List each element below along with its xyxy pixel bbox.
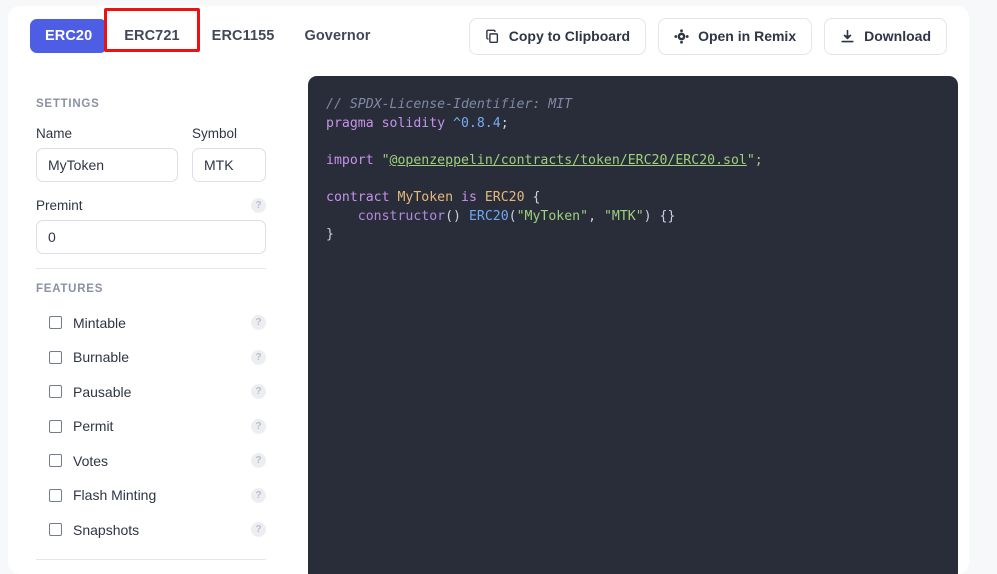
- tab-erc1155[interactable]: ERC1155: [197, 19, 290, 53]
- name-label: Name: [36, 126, 73, 141]
- feature-snapshots-help-icon[interactable]: ?: [251, 522, 266, 537]
- copy-to-clipboard-label: Copy to Clipboard: [508, 28, 631, 44]
- code-license-comment: // SPDX-License-Identifier: MIT: [326, 97, 573, 112]
- remix-icon: [674, 28, 689, 44]
- copy-to-clipboard-button[interactable]: Copy to Clipboard: [468, 17, 647, 55]
- code-ctor-arg-name: "MyToken": [516, 208, 589, 224]
- symbol-label: Symbol: [192, 126, 238, 141]
- code-base-constructor-call: ERC20: [468, 208, 509, 224]
- feature-permit-label[interactable]: Permit: [73, 418, 113, 434]
- code-open-brace: {: [532, 189, 541, 205]
- download-icon: [840, 29, 855, 44]
- feature-snapshots[interactable]: Snapshots ?: [36, 518, 266, 541]
- feature-permit-checkbox[interactable]: [49, 419, 62, 433]
- app-card: ERC20 ERC721 ERC1155 Governor Copy to Cl…: [8, 6, 969, 574]
- premint-input[interactable]: [36, 220, 266, 254]
- code-is-keyword: is: [461, 189, 477, 205]
- feature-burnable-label[interactable]: Burnable: [73, 349, 129, 365]
- code-pragma-keyword: pragma solidity: [326, 115, 446, 131]
- premint-field-group: Premint ?: [36, 198, 266, 254]
- feature-flash-minting-help-icon[interactable]: ?: [251, 487, 266, 503]
- download-button[interactable]: Download: [824, 17, 947, 55]
- feature-pausable-label[interactable]: Pausable: [73, 384, 131, 400]
- feature-pausable-checkbox[interactable]: [49, 385, 62, 398]
- code-import-path[interactable]: @openzeppelin/contracts/token/ERC20/ERC2…: [390, 153, 747, 168]
- feature-snapshots-checkbox[interactable]: [49, 523, 62, 536]
- feature-pausable-help-icon[interactable]: ?: [251, 384, 266, 399]
- feature-votes-label[interactable]: Votes: [73, 453, 108, 469]
- contract-type-tabs: ERC20 ERC721 ERC1155 Governor: [30, 8, 386, 53]
- code-base-contract: ERC20: [484, 189, 525, 205]
- code-constructor-keyword: constructor: [357, 208, 446, 224]
- feature-votes-checkbox[interactable]: [49, 454, 62, 467]
- code-pragma-semicolon: ;: [500, 115, 509, 131]
- code-ctor-open-paren: (: [508, 208, 517, 224]
- premint-help-icon[interactable]: ?: [251, 198, 266, 213]
- feature-snapshots-label[interactable]: Snapshots: [73, 522, 139, 538]
- features-heading: FEATURES: [36, 283, 104, 295]
- code-import-close: ";: [746, 152, 763, 168]
- download-label: Download: [864, 28, 931, 44]
- code-editor[interactable]: // SPDX-License-Identifier: MIT pragma s…: [308, 76, 958, 574]
- tab-erc721[interactable]: ERC721: [109, 19, 194, 53]
- code-ctor-comma: ,: [588, 208, 604, 224]
- code-contract-keyword: contract: [326, 189, 390, 205]
- feature-mintable-checkbox[interactable]: [49, 316, 62, 329]
- settings-heading: SETTINGS: [36, 98, 100, 110]
- main-body: SETTINGS Name Symbol Premint ?: [8, 66, 969, 574]
- code-close-brace: }: [326, 227, 334, 243]
- name-symbol-row: Name Symbol: [36, 126, 286, 182]
- settings-divider: [36, 268, 266, 269]
- tab-erc721-wrapper: ERC721: [104, 8, 200, 53]
- code-ctor-close: ) {}: [643, 208, 676, 224]
- feature-permit-help-icon[interactable]: ?: [251, 418, 266, 434]
- feature-flash-minting-label[interactable]: Flash Minting: [73, 487, 156, 503]
- tab-erc20[interactable]: ERC20: [30, 19, 108, 53]
- code-contract-name: MyToken: [397, 189, 454, 205]
- feature-permit[interactable]: Permit ?: [36, 415, 266, 438]
- copy-icon: [485, 29, 500, 44]
- premint-label: Premint: [36, 198, 83, 213]
- code-import-keyword: import: [326, 152, 374, 168]
- feature-burnable-help-icon[interactable]: ?: [251, 349, 266, 365]
- features-divider: [36, 559, 266, 560]
- symbol-input[interactable]: [192, 148, 266, 182]
- feature-burnable-checkbox[interactable]: [49, 350, 62, 364]
- header-toolbar: ERC20 ERC721 ERC1155 Governor Copy to Cl…: [8, 6, 969, 66]
- name-field-group: Name: [36, 126, 178, 182]
- code-constructor-params: (): [445, 208, 461, 224]
- settings-sidebar: SETTINGS Name Symbol Premint ?: [36, 76, 286, 574]
- code-ctor-arg-symbol: "MTK": [603, 208, 644, 224]
- name-input[interactable]: [36, 148, 178, 182]
- feature-mintable-help-icon[interactable]: ?: [251, 315, 266, 330]
- code-pragma-version: ^0.8.4: [453, 115, 501, 131]
- premint-label-row: Premint ?: [36, 198, 266, 213]
- feature-flash-minting[interactable]: Flash Minting ?: [36, 484, 266, 507]
- header-actions: Copy to Clipboard Open in Remix Download: [468, 17, 947, 55]
- feature-burnable[interactable]: Burnable ?: [36, 346, 266, 369]
- tab-governor[interactable]: Governor: [289, 19, 385, 53]
- open-in-remix-button[interactable]: Open in Remix: [658, 17, 813, 55]
- feature-flash-minting-checkbox[interactable]: [49, 488, 62, 502]
- feature-pausable[interactable]: Pausable ?: [36, 380, 266, 403]
- feature-mintable-label[interactable]: Mintable: [73, 315, 126, 331]
- feature-mintable[interactable]: Mintable ?: [36, 311, 266, 334]
- open-in-remix-label: Open in Remix: [698, 28, 797, 44]
- feature-votes[interactable]: Votes ?: [36, 449, 266, 472]
- code-import-open-quote: ": [381, 152, 390, 168]
- feature-votes-help-icon[interactable]: ?: [251, 453, 266, 468]
- symbol-field-group: Symbol: [192, 126, 266, 182]
